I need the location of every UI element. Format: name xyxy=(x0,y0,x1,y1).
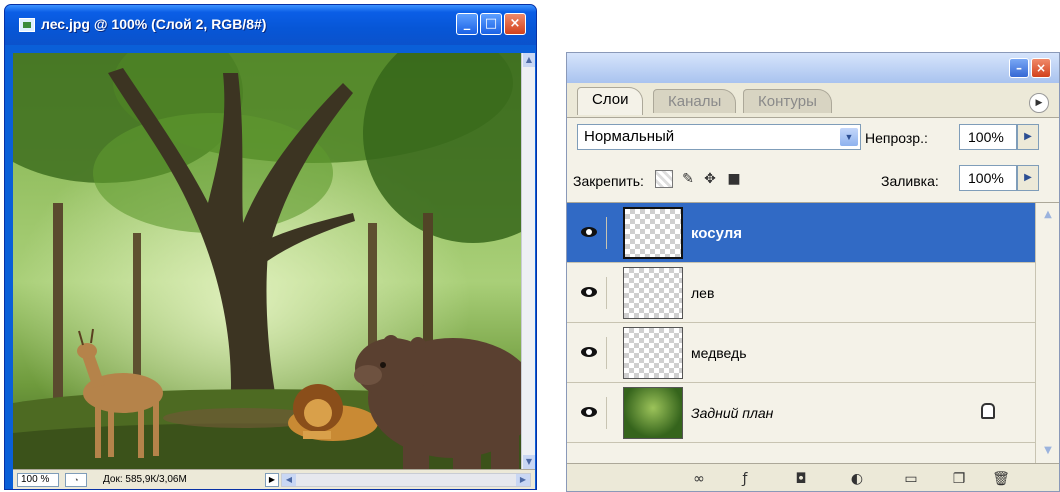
document-window[interactable]: лес.jpg @ 100% (Слой 2, RGB/8#) _ □ × ▲ … xyxy=(4,4,537,490)
opacity-label: Непрозр.: xyxy=(865,130,928,146)
lock-transparency-icon[interactable] xyxy=(655,170,673,188)
document-title: лес.jpg @ 100% (Слой 2, RGB/8#) xyxy=(41,16,267,32)
visibility-toggle[interactable] xyxy=(573,397,607,429)
eye-icon xyxy=(581,287,597,297)
blend-row: Нормальный ▼ Непрозр.: 100% ▶ xyxy=(567,117,1059,153)
image-icon xyxy=(19,18,35,32)
visibility-toggle[interactable] xyxy=(573,217,607,249)
blend-mode-value: Нормальный xyxy=(584,128,675,145)
layer-row-lion[interactable]: лев xyxy=(567,263,1035,323)
status-menu-icon[interactable]: ◔ xyxy=(65,473,87,487)
layers-panel: – × Слои Каналы Контуры ▶ Нормальный ▼ Н… xyxy=(566,52,1060,492)
layer-thumbnail xyxy=(623,327,683,379)
zoom-field[interactable]: 100 % xyxy=(17,473,59,487)
layer-row-roe-deer[interactable]: косуля xyxy=(567,203,1035,263)
opacity-arrow-icon[interactable]: ▶ xyxy=(1017,124,1039,150)
horizontal-scrollbar[interactable]: ◀ ▶ xyxy=(281,473,531,487)
document-titlebar[interactable]: лес.jpg @ 100% (Слой 2, RGB/8#) _ □ × xyxy=(5,5,536,45)
adjustment-layer-icon[interactable]: ◐ xyxy=(847,470,867,488)
layer-row-bear[interactable]: медведь xyxy=(567,323,1035,383)
link-layers-icon[interactable]: ∞ xyxy=(689,470,709,488)
eye-icon xyxy=(581,407,597,417)
new-layer-icon[interactable]: ❐ xyxy=(949,470,969,488)
panel-tabs: Слои Каналы Контуры ▶ xyxy=(567,83,1059,117)
lock-all-icon[interactable]: ■ xyxy=(725,170,743,188)
scroll-up-icon[interactable]: ▲ xyxy=(523,53,535,67)
panel-minimize-button[interactable]: – xyxy=(1009,58,1029,78)
image-canvas[interactable] xyxy=(13,53,521,469)
fill-label: Заливка: xyxy=(881,173,939,189)
layers-scrollbar[interactable]: ▲ ▼ xyxy=(1035,203,1059,463)
tab-paths[interactable]: Контуры xyxy=(743,89,832,113)
eye-icon xyxy=(581,227,597,237)
lock-label: Закрепить: xyxy=(573,173,644,189)
lock-pixels-icon[interactable]: ✎ xyxy=(679,170,697,188)
tab-layers[interactable]: Слои xyxy=(577,87,644,115)
scroll-left-icon[interactable]: ◀ xyxy=(282,474,296,486)
minimize-icon: _ xyxy=(463,16,471,31)
blend-mode-select[interactable]: Нормальный ▼ xyxy=(577,124,861,150)
layers-list: косуля лев медведь Задний план xyxy=(567,203,1035,463)
layer-name: медведь xyxy=(691,345,747,361)
chevron-down-icon[interactable]: ▼ xyxy=(840,128,858,146)
delete-layer-icon[interactable]: 🗑 xyxy=(991,470,1011,488)
tab-channels[interactable]: Каналы xyxy=(653,89,737,113)
close-icon: × xyxy=(509,16,521,31)
eye-icon xyxy=(581,347,597,357)
minimize-button[interactable]: _ xyxy=(456,13,478,35)
layer-mask-icon[interactable]: ◘ xyxy=(791,470,811,488)
panel-footer: ∞ ƒ ◘ ◐ ▭ ❐ 🗑 xyxy=(567,463,1059,491)
layer-thumbnail xyxy=(623,207,683,259)
fill-arrow-icon[interactable]: ▶ xyxy=(1017,165,1039,191)
status-bar: 100 % ◔ Док: 585,9К/3,06М ▶ ◀ ▶ xyxy=(13,469,535,489)
layer-thumbnail xyxy=(623,267,683,319)
layer-name: лев xyxy=(691,285,715,301)
layer-name: Задний план xyxy=(691,405,774,421)
scroll-down-icon[interactable]: ▼ xyxy=(523,455,535,469)
layer-row-background[interactable]: Задний план xyxy=(567,383,1035,443)
forest-image xyxy=(13,53,521,469)
lock-row: Закрепить: ✎ ✥ ■ Заливка: 100% ▶ xyxy=(567,153,1059,203)
layer-thumbnail xyxy=(623,387,683,439)
panel-menu-icon[interactable]: ▶ xyxy=(1029,93,1049,113)
maximize-icon: □ xyxy=(484,16,498,31)
opacity-field[interactable]: 100% xyxy=(959,124,1017,150)
visibility-toggle[interactable] xyxy=(573,277,607,309)
lock-icon xyxy=(981,403,995,419)
vertical-scrollbar[interactable]: ▲ ▼ xyxy=(521,53,535,469)
panel-close-button[interactable]: × xyxy=(1031,58,1051,78)
fill-field[interactable]: 100% xyxy=(959,165,1017,191)
panel-titlebar[interactable]: – × xyxy=(567,53,1059,83)
scroll-right-icon[interactable]: ▶ xyxy=(516,474,530,486)
maximize-button[interactable]: □ xyxy=(480,13,502,35)
document-size: Док: 585,9К/3,06М xyxy=(103,474,187,485)
layer-name: косуля xyxy=(691,225,743,242)
new-group-icon[interactable]: ▭ xyxy=(901,470,921,488)
scroll-up-icon[interactable]: ▲ xyxy=(1040,207,1056,223)
lock-position-icon[interactable]: ✥ xyxy=(701,170,719,188)
scroll-down-icon[interactable]: ▼ xyxy=(1040,443,1056,459)
close-button[interactable]: × xyxy=(504,13,526,35)
play-arrow-icon[interactable]: ▶ xyxy=(265,473,279,487)
layer-style-icon[interactable]: ƒ xyxy=(735,470,755,488)
visibility-toggle[interactable] xyxy=(573,337,607,369)
